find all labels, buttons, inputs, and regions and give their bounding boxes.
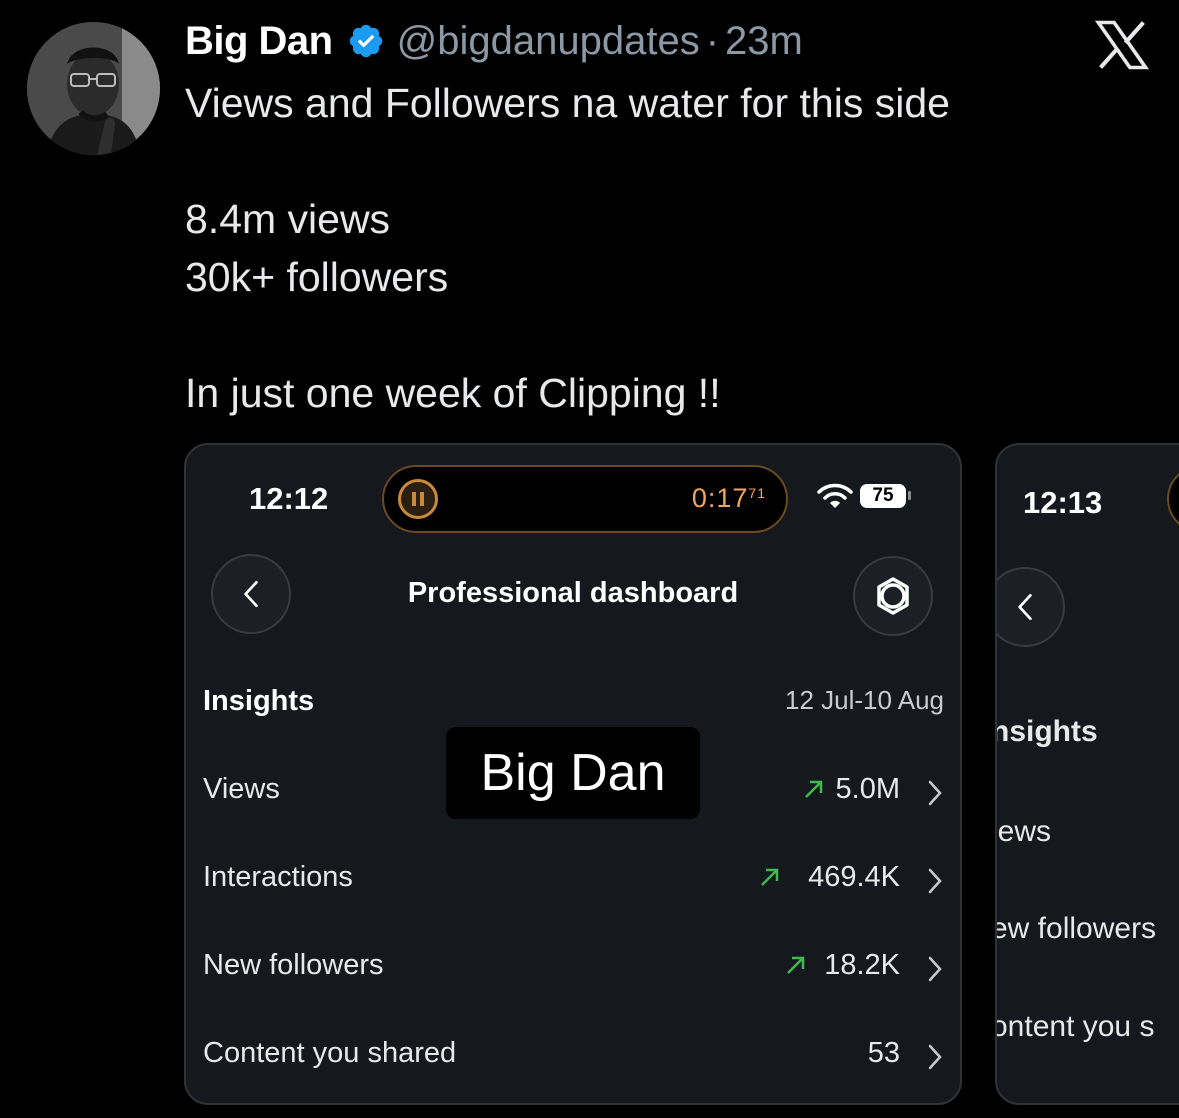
status-bar-time: 12:12 [249,481,329,516]
settings-gear-icon [877,577,909,615]
row-label: Views [203,773,280,805]
section-title-insights: Insights [203,685,315,717]
pause-icon [398,479,438,519]
chevron-right-icon [928,956,942,982]
insight-row-new-followers[interactable]: New followers 18.2K [203,949,944,989]
author-handle[interactable]: @bigdanupdates [397,19,700,64]
trend-up-icon [805,780,823,798]
settings-button[interactable] [853,556,933,636]
watermark-label: Big Dan [446,727,700,819]
tweet-timestamp[interactable]: 23m [725,19,803,64]
row-label: iews [995,815,1052,848]
battery-tip [908,491,911,500]
wifi-icon [817,483,853,509]
separator-dot: · [705,18,720,63]
page-title: Professional dashboard [407,577,739,609]
chevron-right-icon [928,1044,942,1070]
insight-row-interactions[interactable]: Interactions 469.4K [203,861,944,901]
x-logo-icon [1094,20,1150,70]
media-image-2[interactable]: 12:13 nsights iews ew followers ontent y… [995,443,1179,1105]
insight-row-content-shared[interactable]: Content you shared 53 [203,1037,944,1077]
timer-readout: 0:1771 [691,483,766,513]
back-button[interactable] [997,567,1065,647]
profile-photo [27,22,160,155]
row-label: New followers [203,949,384,981]
avatar[interactable] [27,22,160,155]
author-name[interactable]: Big Dan [185,19,333,64]
chevron-left-icon [1018,593,1032,621]
dynamic-island-timer: 0:1771 [382,465,788,533]
row-value: 5.0M [835,773,900,805]
row-value: 18.2K [824,949,900,981]
trend-up-icon [787,956,805,974]
row-label: ew followers [995,912,1157,945]
media-image-1[interactable]: 12:12 0:1771 75 Professional dashboard I… [184,443,962,1105]
verified-badge-icon [347,22,385,60]
status-bar-time: 12:13 [1023,485,1103,520]
row-value: 469.4K [808,861,900,893]
chevron-right-icon [928,780,942,806]
trend-up-icon [761,868,779,886]
row-value: 53 [867,1037,900,1069]
row-label: ontent you s [995,1010,1155,1043]
dynamic-island [1167,465,1179,533]
tweet-header: Big Dan @bigdanupdates · 23m [185,16,803,66]
chevron-right-icon [928,868,942,894]
row-label: Content you shared [203,1037,457,1069]
date-range[interactable]: 12 Jul-10 Aug [785,685,944,716]
section-title-insights: nsights [995,715,1098,748]
row-label: Interactions [203,861,353,893]
battery-icon: 75 [860,484,906,508]
tweet-text: Views and Followers na water for this si… [185,80,950,416]
